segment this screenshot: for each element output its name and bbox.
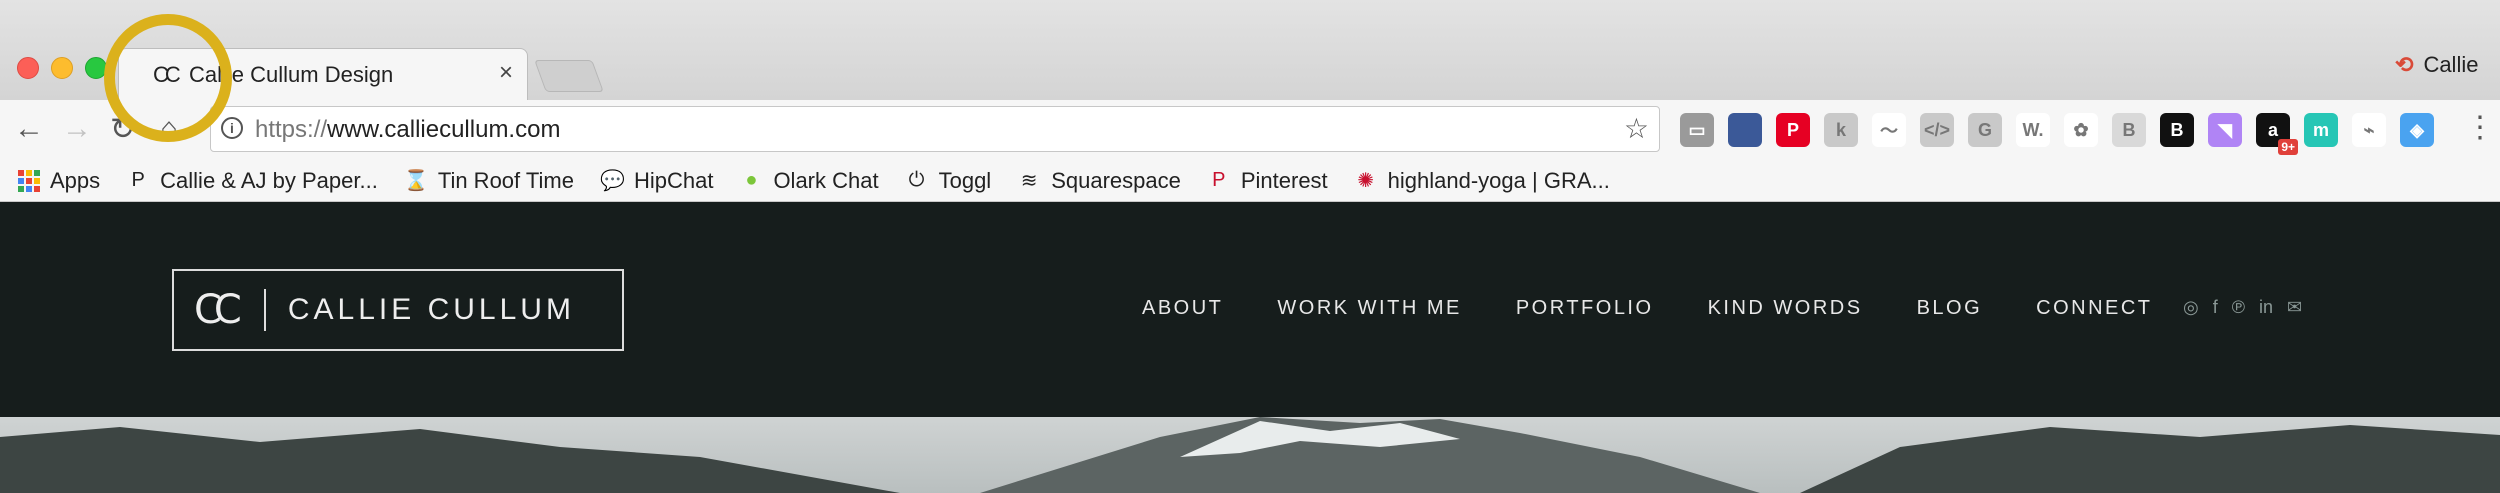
extension-badge: 9+	[2278, 139, 2298, 155]
pinterest-icon[interactable]: ℗	[2232, 297, 2245, 318]
us-flag-extension-icon[interactable]	[1728, 113, 1762, 147]
nav-about[interactable]: ABOUT	[1142, 297, 1223, 320]
bookmark-tin-roof[interactable]: ⌛ Tin Roof Time	[404, 168, 574, 194]
profile-button[interactable]: ⟲ Callie	[2395, 52, 2478, 78]
mountain-silhouette	[0, 417, 2500, 493]
bookmark-tin-roof-icon: ⌛	[403, 170, 429, 192]
address-bar[interactable]: i https://www.calliecullum.com ☆	[210, 106, 1660, 152]
profile-icon: ⟲	[2395, 52, 2414, 77]
profile-name: Callie	[2423, 52, 2479, 77]
instagram-icon[interactable]: ◎	[2183, 297, 2199, 318]
bookmark-hipchat[interactable]: 💬 HipChat	[600, 168, 713, 194]
blue-diamond-extension-icon[interactable]: ◈	[2400, 113, 2434, 147]
new-tab-button[interactable]	[534, 60, 604, 92]
nav-connect[interactable]: CONNECT	[2036, 297, 2152, 320]
bookmark-label: Olark Chat	[773, 167, 879, 193]
teal-extension-icon[interactable]: m	[2304, 113, 2338, 147]
purple-extension-icon[interactable]: ◥	[2208, 113, 2242, 147]
site-info-icon[interactable]: i	[221, 117, 243, 139]
facebook-icon[interactable]: f	[2213, 297, 2218, 318]
url-host: www.calliecullum.com	[327, 116, 561, 143]
bookmark-label: HipChat	[633, 167, 714, 193]
bookmark-toggl-icon: ⏻	[908, 169, 925, 191]
logo-text: CALLIE CULLUM	[287, 293, 575, 326]
nav-portfolio[interactable]: PORTFOLIO	[1516, 297, 1654, 320]
grayscale-extension-icon[interactable]: k	[1824, 113, 1858, 147]
bookmark-olark-icon: ●	[745, 169, 758, 191]
logo-divider	[263, 289, 266, 331]
bookmark-label: Tin Roof Time	[437, 167, 574, 193]
pinterest-extension-icon[interactable]: P	[1776, 113, 1810, 147]
browser-title-bar: CC Callie Cullum Design × ⟲ Callie	[0, 0, 2500, 101]
bookmarks-bar: Apps P Callie & AJ by Paper... ⌛ Tin Roof Ti…	[0, 160, 2500, 202]
bookmark-hipchat-icon: 💬	[599, 170, 625, 192]
bookmark-label: Apps	[50, 167, 101, 193]
window-minimize-button[interactable]	[51, 57, 73, 79]
bookmark-squarespace-icon: ≋	[1020, 170, 1038, 192]
highlight-circle-annotation	[104, 14, 232, 142]
bookmark-pinterest-icon: P	[1212, 169, 1226, 191]
extensions-toolbar: ▭ Pk 〜 </> G W. ✿ B B ◥ a 9+ m ⌁ ◈	[1680, 113, 2434, 155]
colorpick-extension-icon[interactable]: ✿	[2064, 113, 2098, 147]
bookmark-label: Pinterest	[1240, 167, 1328, 193]
bookmark-star-icon[interactable]: ☆	[1624, 112, 1649, 145]
cast-icon[interactable]: ▭	[1680, 113, 1714, 147]
whatfont-extension-icon[interactable]: W.	[2016, 113, 2050, 147]
bookmark-squarespace[interactable]: ≋ Squarespace	[1017, 168, 1181, 194]
bookmark-paper-icon: P	[131, 169, 145, 191]
bookmark-olark[interactable]: ● Olark Chat	[739, 168, 878, 194]
apps-grid-icon	[18, 169, 40, 192]
site-navigation: ABOUT WORK WITH ME PORTFOLIO KIND WORDS BLOG…	[1142, 297, 2153, 320]
rainbow-extension-icon[interactable]: 〜	[1872, 113, 1906, 147]
url-scheme: https://	[255, 116, 328, 143]
bookmark-toggl[interactable]: ⏻ Toggl	[905, 168, 992, 194]
logo-mark: CC	[194, 287, 242, 333]
linkedin-icon[interactable]: in	[2259, 297, 2273, 318]
bookmark-highland-yoga[interactable]: ✺ highland-yoga | GRA...	[1354, 168, 1610, 194]
code-extension-icon[interactable]: </>	[1920, 113, 1954, 147]
bookmark-label: Callie & AJ by Paper...	[160, 167, 378, 193]
bookmark-label: highland-yoga | GRA...	[1387, 167, 1610, 193]
bookmark-highland-yoga-icon: ✺	[1357, 170, 1375, 192]
nav-kind-words[interactable]: KIND WORDS	[1708, 297, 1863, 320]
bookmark-label: Squarespace	[1051, 167, 1181, 193]
amazon-extension-icon[interactable]: a 9+	[2256, 113, 2298, 155]
hero-mountain-image	[0, 417, 2500, 493]
page-extension-icon[interactable]: B	[2112, 113, 2146, 147]
tab-close-icon[interactable]: ×	[499, 59, 513, 87]
site-header: CC CALLIE CULLUM ABOUT WORK WITH ME PORTFO…	[0, 202, 2500, 417]
nav-work-with-me[interactable]: WORK WITH ME	[1277, 297, 1461, 320]
mail-icon[interactable]: ✉	[2287, 297, 2302, 318]
grammarly-extension-icon[interactable]: G	[1968, 113, 2002, 147]
url-text[interactable]: https://www.calliecullum.com	[255, 116, 560, 144]
bold-extension-icon[interactable]: B	[2160, 113, 2194, 147]
back-arrow-icon[interactable]: ←	[14, 112, 44, 146]
browser-menu-icon[interactable]: ⋮	[2465, 110, 2495, 145]
bookmark-pinterest[interactable]: P Pinterest	[1207, 168, 1328, 194]
bookmark-label: Toggl	[938, 167, 992, 193]
forward-arrow-icon[interactable]: →	[62, 112, 92, 146]
wave-extension-icon[interactable]: ⌁	[2352, 113, 2386, 147]
bookmark-apps[interactable]: Apps	[18, 168, 100, 194]
site-logo[interactable]: CC CALLIE CULLUM	[172, 269, 624, 351]
social-links: ◎ f ℗ in ✉	[2183, 297, 2302, 318]
nav-blog[interactable]: BLOG	[1917, 297, 1983, 320]
window-close-button[interactable]	[17, 57, 39, 79]
bookmark-paper[interactable]: P Callie & AJ by Paper...	[126, 167, 378, 194]
